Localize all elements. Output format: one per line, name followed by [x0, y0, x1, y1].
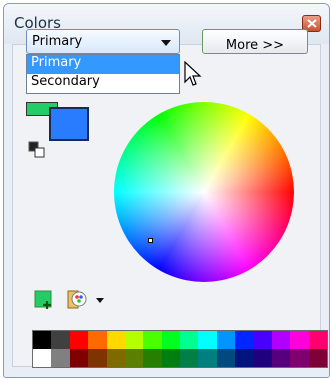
color-mode-value: Primary	[32, 34, 83, 49]
palette-swatch[interactable]	[106, 331, 125, 349]
palette-swatch[interactable]	[308, 331, 327, 349]
palette-swatch[interactable]	[235, 331, 254, 349]
color-mode-dropdown[interactable]: Primary	[26, 29, 180, 54]
option-primary[interactable]: Primary	[27, 55, 179, 74]
palette-swatch[interactable]	[198, 349, 217, 367]
mouse-cursor-icon	[184, 61, 202, 86]
palette-swatch[interactable]	[216, 331, 236, 349]
palette-swatch[interactable]	[180, 349, 199, 367]
swap-colors-icon[interactable]	[28, 141, 46, 159]
color-wheel[interactable]	[114, 102, 294, 282]
primary-color-swatch[interactable]	[49, 107, 89, 141]
palette-swatch[interactable]	[271, 331, 291, 349]
color-wheel-marker[interactable]	[148, 238, 153, 243]
chevron-down-icon[interactable]	[161, 40, 171, 46]
palette-swatch[interactable]	[143, 349, 162, 367]
palette-swatch[interactable]	[180, 331, 199, 349]
color-palette	[32, 330, 328, 368]
palette-swatch[interactable]	[198, 331, 217, 349]
palette-swatch[interactable]	[161, 349, 180, 367]
palette-swatch[interactable]	[124, 331, 144, 349]
more-button[interactable]: More >>	[202, 29, 308, 54]
palette-swatch[interactable]	[216, 349, 236, 367]
palette-swatch[interactable]	[88, 331, 107, 349]
more-button-label: More >>	[225, 38, 285, 53]
palette-swatch[interactable]	[253, 349, 272, 367]
close-icon	[307, 19, 317, 28]
colors-window: Colors Primary More >> Primary Secondary	[3, 3, 330, 378]
palette-swatch[interactable]	[143, 331, 162, 349]
palette-swatch[interactable]	[124, 349, 144, 367]
palette-swatch[interactable]	[290, 349, 309, 367]
palette-swatch[interactable]	[33, 331, 52, 349]
color-mode-list: Primary Secondary	[26, 54, 180, 94]
option-secondary[interactable]: Secondary	[27, 74, 179, 93]
palette-swatch[interactable]	[69, 331, 89, 349]
palette-swatch[interactable]	[308, 349, 327, 367]
palette-swatch[interactable]	[290, 331, 309, 349]
palette-swatch[interactable]	[69, 349, 89, 367]
palette-swatch[interactable]	[235, 349, 254, 367]
palette-swatch[interactable]	[161, 331, 180, 349]
palette-swatch[interactable]	[106, 349, 125, 367]
palette-swatch[interactable]	[51, 349, 70, 367]
palette-swatch[interactable]	[253, 331, 272, 349]
add-color-icon[interactable]	[34, 290, 54, 310]
palette-icon[interactable]	[66, 288, 88, 310]
palette-swatch[interactable]	[51, 331, 70, 349]
palette-swatch[interactable]	[88, 349, 107, 367]
palette-swatch[interactable]	[271, 349, 291, 367]
palette-dropdown-icon[interactable]	[96, 298, 104, 303]
palette-swatch[interactable]	[33, 349, 52, 367]
